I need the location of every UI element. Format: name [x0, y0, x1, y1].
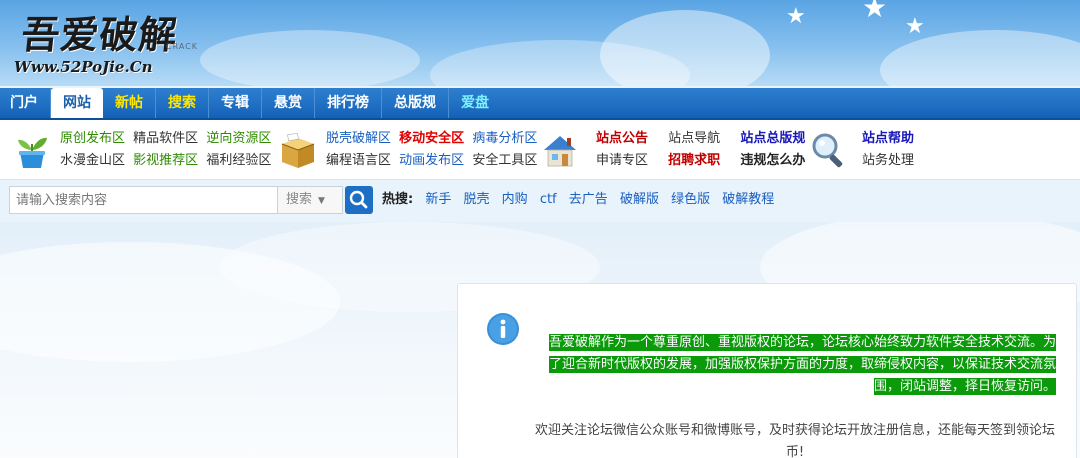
hot-search-item[interactable]: 去广告 [569, 192, 608, 207]
hot-search-item[interactable]: 脱壳 [464, 192, 490, 207]
link-virus-analysis[interactable]: 病毒分析区 [472, 131, 537, 146]
plant-pot-icon [18, 137, 47, 168]
notice-line: 吾爱破解作为一个尊重原创、重视版权的论坛，论坛核心始终致力软件安全技术交流。为 [548, 334, 1056, 351]
cloud-decoration [600, 10, 770, 86]
hot-search-item[interactable]: 新手 [425, 192, 451, 207]
link-group-site-links: 站点公告 站点导航 站点总版规 申请专区 招聘求职 违规怎么办 [596, 128, 826, 172]
search-input[interactable] [9, 186, 277, 214]
link-unpack-crack[interactable]: 脱壳破解区 [326, 131, 391, 146]
link-group-site: 站点公告 站点导航 站点总版规 申请专区 招聘求职 违规怎么办 [540, 126, 810, 174]
nav-item-site[interactable]: 网站 [51, 88, 103, 118]
link-quality-software[interactable]: 精品软件区 [133, 131, 198, 146]
link-group-security-links: 脱壳破解区 移动安全区 病毒分析区 编程语言区 动画发布区 安全工具区 [326, 128, 556, 172]
box-icon [281, 132, 315, 168]
star-icon: ★ [786, 4, 806, 29]
star-icon: ★ [905, 14, 925, 39]
link-site-help[interactable]: 站点帮助 [862, 131, 914, 146]
link-jobs[interactable]: 招聘求职 [668, 153, 720, 168]
link-mobile-security[interactable]: 移动安全区 [399, 131, 464, 146]
cloud-decoration [200, 30, 420, 86]
link-programming[interactable]: 编程语言区 [326, 153, 391, 168]
closure-notice: 吾爱破解作为一个尊重原创、重视版权的论坛，论坛核心始终致力软件安全技术交流。为 … [457, 283, 1077, 458]
chevron-down-icon: ▼ [318, 196, 325, 206]
search-button[interactable] [345, 186, 373, 214]
link-movie-recommend[interactable]: 影视推荐区 [133, 153, 198, 168]
nav-item-rules[interactable]: 总版规 [382, 88, 449, 118]
magnifier-icon [812, 133, 843, 168]
link-violation-help[interactable]: 违规怎么办 [740, 153, 805, 168]
link-group-resources: 原创发布区 精品软件区 逆向资源区 水漫金山区 影视推荐区 福利经验区 [12, 126, 292, 174]
link-site-announcement[interactable]: 站点公告 [596, 131, 648, 146]
main-nav: 门户 网站 新帖 搜索 专辑 悬赏 排行榜 总版规 爱盘 [0, 88, 1080, 120]
nav-item-ranking[interactable]: 排行榜 [315, 88, 382, 118]
link-water-area[interactable]: 水漫金山区 [60, 153, 125, 168]
hot-search-item[interactable]: 内购 [502, 192, 528, 207]
link-site-rules[interactable]: 站点总版规 [740, 131, 805, 146]
hot-search-label: 热搜: [382, 192, 414, 207]
link-group-resources-links: 原创发布区 精品软件区 逆向资源区 水漫金山区 影视推荐区 福利经验区 [60, 128, 290, 172]
hot-search-item[interactable]: 破解版 [620, 192, 659, 207]
search-type-label: 搜索 [286, 192, 313, 207]
notice-line: 了迎合新时代版权的发展，加强版权保护方面的力度，取缔侵权内容，以保证技术交流氛 [548, 356, 1056, 373]
search-type-select[interactable]: 搜索 ▼ [277, 186, 343, 214]
info-icon [487, 313, 519, 345]
nav-item-aipan[interactable]: 爱盘 [449, 88, 501, 118]
notice-follow-text: 欢迎关注论坛微信公众账号和微博账号，及时获得论坛开放注册信息，还能每天签到领论坛… [530, 420, 1060, 458]
logo-url: Www.52PoJie.Cn [14, 58, 153, 76]
hot-search-item[interactable]: 破解教程 [722, 192, 774, 207]
site-header: ★ ★ ★ 吾爱破解 CRACK Www.52PoJie.Cn [0, 0, 1080, 86]
star-icon: ★ [862, 0, 888, 24]
nav-item-new-posts[interactable]: 新帖 [103, 88, 156, 118]
link-group-help-links: 站点帮助 站务处理 [862, 128, 1080, 172]
link-security-tools[interactable]: 安全工具区 [472, 153, 537, 168]
link-group-security: 脱壳破解区 移动安全区 病毒分析区 编程语言区 动画发布区 安全工具区 [278, 126, 548, 174]
notice-message: 吾爱破解作为一个尊重原创、重视版权的论坛，论坛核心始终致力软件安全技术交流。为 … [536, 332, 1056, 398]
link-animation-release[interactable]: 动画发布区 [399, 153, 464, 168]
nav-item-portal[interactable]: 门户 [0, 88, 51, 118]
house-icon [544, 136, 576, 167]
link-welfare-experience[interactable]: 福利经验区 [206, 153, 271, 168]
nav-item-albums[interactable]: 专辑 [209, 88, 262, 118]
link-reverse-resources[interactable]: 逆向资源区 [206, 131, 271, 146]
link-site-navigation[interactable]: 站点导航 [668, 131, 720, 146]
notice-sub-line: 欢迎关注论坛微信公众账号和微博账号，及时获得论坛开放注册信息，还能每天签到领论坛 [534, 423, 1055, 438]
hot-search-item[interactable]: ctf [540, 192, 557, 207]
forum-links-band: 原创发布区 精品软件区 逆向资源区 水漫金山区 影视推荐区 福利经验区 脱壳破解… [0, 120, 1080, 180]
logo-tag: CRACK [166, 42, 198, 51]
link-apply-area[interactable]: 申请专区 [596, 153, 648, 168]
search-icon [349, 190, 368, 209]
notice-sub-line: 币! [785, 445, 805, 458]
logo-text: 吾爱破解 [19, 12, 181, 57]
link-original-release[interactable]: 原创发布区 [60, 131, 125, 146]
link-group-help: 站点帮助 站务处理 [808, 126, 958, 174]
nav-item-rewards[interactable]: 悬赏 [262, 88, 315, 118]
hot-search-item[interactable]: 绿色版 [671, 192, 710, 207]
site-logo[interactable]: 吾爱破解 CRACK Www.52PoJie.Cn [14, 2, 204, 82]
nav-item-search[interactable]: 搜索 [156, 88, 209, 118]
hot-search: 热搜: 新手 脱壳 内购 ctf 去广告 破解版 绿色版 破解教程 [382, 191, 782, 209]
link-site-affairs[interactable]: 站务处理 [862, 153, 914, 168]
notice-line: 围，闭站调整，择日恢复访问。 [873, 378, 1056, 395]
